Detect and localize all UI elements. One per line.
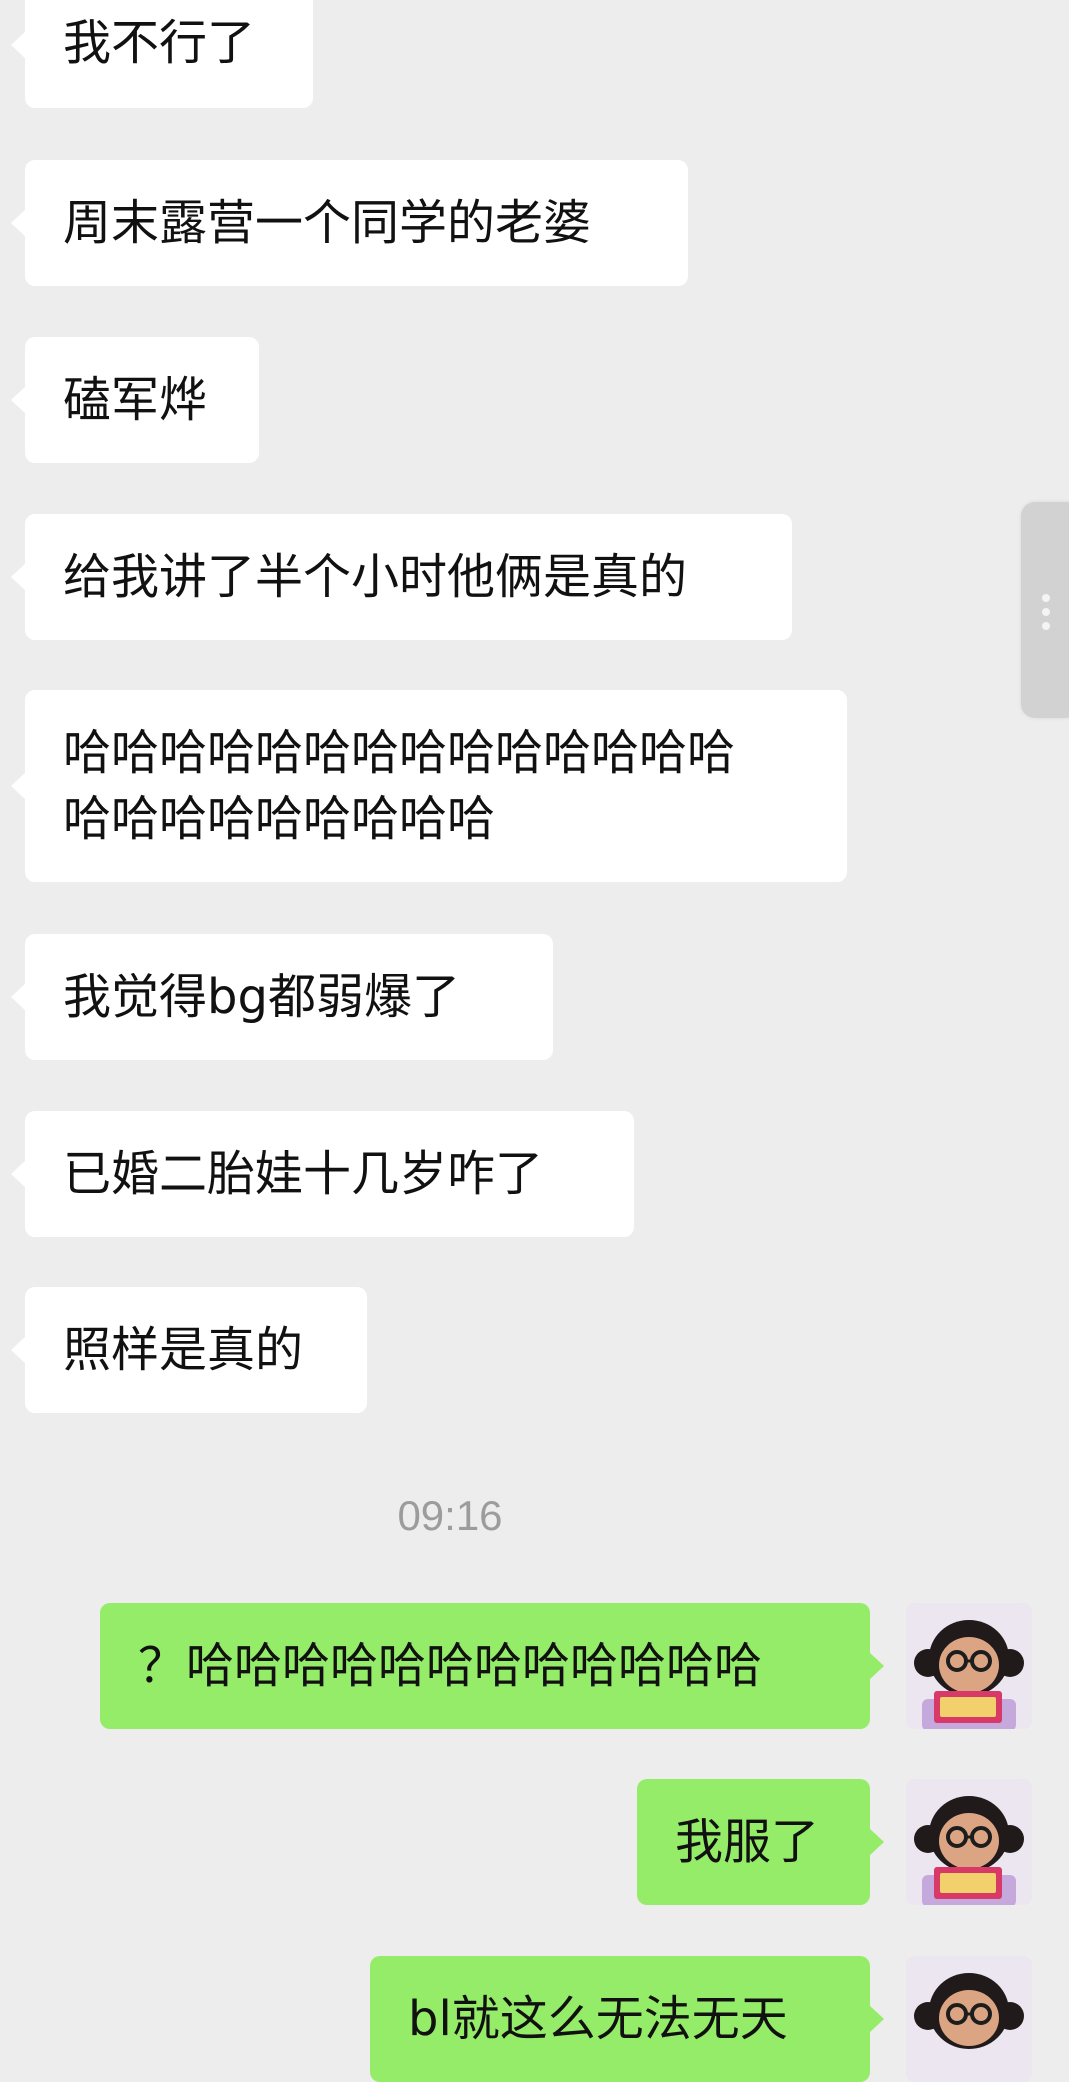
message-text: 给我讲了半个小时他俩是真的 [63,549,688,605]
message-text: bl就这么无法无天 [408,1991,788,2047]
vertical-dots-icon [1042,594,1050,602]
message-text: 磕军烨 [63,372,208,428]
message-text: 我服了 [675,1814,820,1870]
outgoing-message[interactable]: ？哈哈哈哈哈哈哈哈哈哈哈哈 [100,1603,884,1729]
outgoing-message[interactable]: bl就这么无法无天 [370,1956,884,2082]
incoming-message[interactable]: 哈哈哈哈哈哈哈哈哈哈哈哈哈哈 哈哈哈哈哈哈哈哈哈 [11,690,847,882]
girl-with-glasses-avatar-icon[interactable] [906,1779,1032,1905]
incoming-message[interactable]: 已婚二胎娃十几岁咋了 [11,1111,634,1237]
message-text: ？哈哈哈哈哈哈哈哈哈哈哈哈 [138,1638,763,1694]
avatar-image [906,1603,1032,1729]
chat-conversation[interactable]: 我不行了 周末露营一个同学的老婆 磕军烨 给我讲了半个小时他俩是真的 哈哈哈哈哈… [0,0,1069,2082]
message-text: 已婚二胎娃十几岁咋了 [63,1146,544,1202]
vertical-dots-icon [1042,622,1050,630]
incoming-message[interactable]: 周末露营一个同学的老婆 [11,160,688,286]
message-text: 照样是真的 [63,1322,304,1378]
incoming-message[interactable]: 磕军烨 [11,337,259,463]
avatar-image [906,1956,1032,2082]
avatar-image [906,1779,1032,1905]
girl-with-glasses-avatar-icon[interactable] [906,1603,1032,1729]
message-text: 我觉得bg都弱爆了 [63,969,460,1025]
vertical-dots-icon [1042,608,1050,616]
side-drawer-handle[interactable] [1021,502,1069,718]
incoming-message[interactable]: 我不行了 [11,0,313,108]
girl-with-glasses-avatar-icon[interactable] [906,1956,1032,2082]
message-text: 周末露营一个同学的老婆 [63,195,592,251]
incoming-message[interactable]: 给我讲了半个小时他俩是真的 [11,514,792,640]
message-timestamp: 09:16 [397,1492,503,1539]
incoming-message[interactable]: 我觉得bg都弱爆了 [11,934,553,1060]
message-text: 哈哈哈哈哈哈哈哈哈哈哈哈哈哈 哈哈哈哈哈哈哈哈哈 [63,725,736,847]
incoming-message[interactable]: 照样是真的 [11,1287,367,1413]
message-text: 我不行了 [63,15,256,71]
outgoing-message[interactable]: 我服了 [637,1779,884,1905]
